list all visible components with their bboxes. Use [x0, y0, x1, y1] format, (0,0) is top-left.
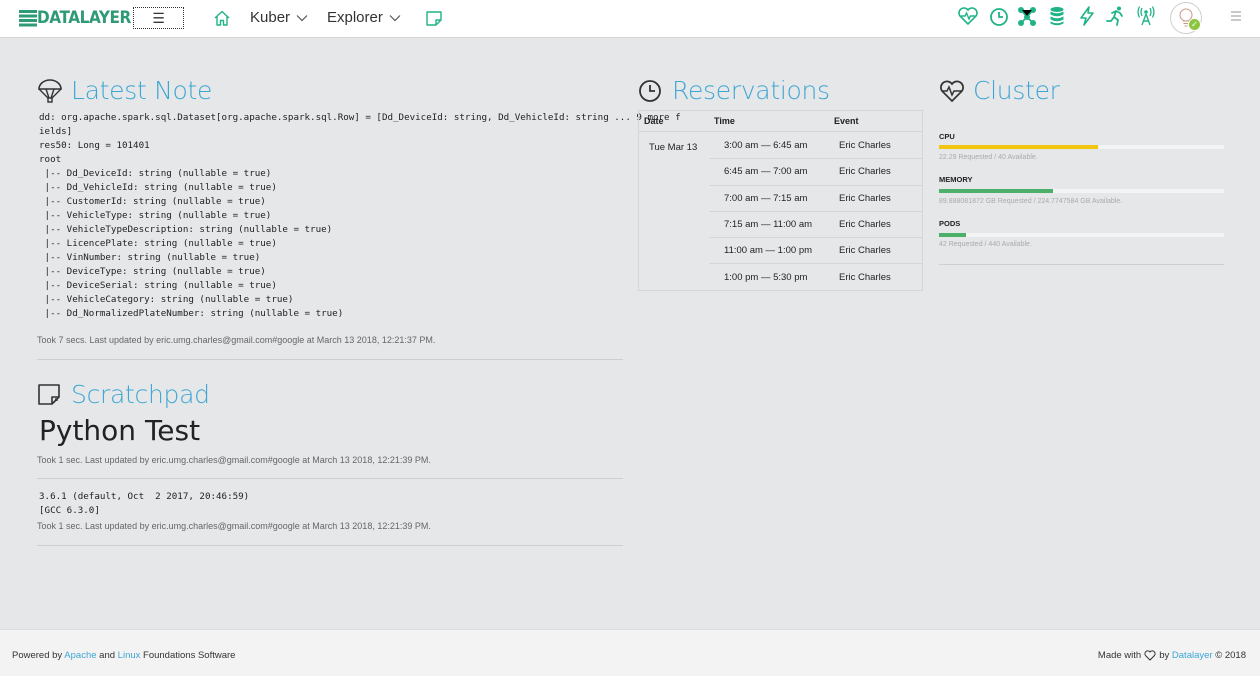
menu-toggle-button[interactable]: ☰: [133, 7, 184, 29]
memory-progress-bar: [939, 189, 1224, 193]
note-icon[interactable]: [425, 9, 443, 27]
clock-icon: [639, 79, 661, 102]
reservation-time: 3:00 am — 6:45 am: [724, 139, 808, 151]
reservation-time: 11:00 am — 1:00 pm: [724, 245, 813, 257]
memory-detail: 89.888081872 GB Requested / 224.7747584 …: [939, 198, 1123, 205]
table-row[interactable]: 6:45 am — 7:00 am Eric Charles: [709, 158, 922, 184]
settings-menu-icon[interactable]: [1229, 8, 1243, 24]
column-header-event: Event: [834, 116, 859, 126]
cpu-detail: 22.29 Requested / 40 Available.: [939, 154, 1038, 161]
logo-text: DATALAYER: [37, 8, 131, 28]
bolt-icon[interactable]: [1076, 5, 1098, 27]
reservation-time: 1:00 pm — 5:30 pm: [724, 271, 808, 283]
footer-and: and: [99, 650, 116, 661]
cpu-label: CPU: [939, 132, 955, 141]
scratchpad-header: Scratchpad: [37, 380, 210, 409]
scratchpad-meta-1: Took 1 sec. Last updated by eric.umg.cha…: [37, 455, 431, 465]
footer-made-with: Made with by Datalayer © 2018: [1098, 650, 1246, 661]
network-icon[interactable]: [1016, 5, 1038, 27]
antenna-icon[interactable]: [1135, 5, 1157, 27]
hamburger-icon: ☰: [152, 9, 165, 26]
apache-link[interactable]: Apache: [64, 650, 96, 661]
reservations-header: Reservations: [638, 76, 830, 105]
database-icon[interactable]: [1046, 5, 1068, 27]
reservation-event: Eric Charles: [839, 139, 891, 151]
reservation-event: Eric Charles: [839, 166, 891, 178]
scratchpad-divider-2: [37, 545, 623, 546]
top-bar: DATALAYER ☰ Kuber Explorer ✓: [0, 0, 1260, 38]
table-row[interactable]: 11:00 am — 1:00 pm Eric Charles: [709, 237, 922, 263]
footer-copyright: © 2018: [1215, 650, 1246, 661]
reservation-rows: 3:00 am — 6:45 am Eric Charles 6:45 am —…: [709, 132, 922, 290]
reservation-event: Eric Charles: [839, 219, 891, 231]
note-divider: [37, 359, 623, 360]
datalayer-logo-icon: [19, 10, 37, 27]
pods-label: PODS: [939, 219, 961, 228]
chevron-down-icon: [389, 14, 401, 21]
home-icon[interactable]: [213, 9, 231, 27]
reservation-date: Tue Mar 13: [649, 142, 698, 153]
nav-menu-explorer[interactable]: Explorer: [327, 9, 401, 26]
latest-note-header: Latest Note: [37, 76, 212, 105]
footer: Powered by Apache and Linux Foundations …: [0, 629, 1260, 676]
scratchpad-title: Scratchpad: [71, 380, 210, 409]
heart-pulse-icon[interactable]: [957, 5, 979, 27]
pods-progress-fill: [939, 233, 967, 237]
heart-icon: [1144, 650, 1156, 661]
nav-menu-kuber[interactable]: Kuber: [250, 9, 308, 26]
scratchpad-meta-2: Took 1 sec. Last updated by eric.umg.cha…: [37, 521, 431, 531]
column-header-date: Date: [644, 116, 664, 126]
clock-icon[interactable]: [988, 5, 1010, 27]
note-meta: Took 7 secs. Last updated by eric.umg.ch…: [37, 335, 436, 345]
runner-icon[interactable]: [1105, 5, 1127, 27]
scratchpad-heading: Python Test: [39, 414, 201, 447]
reservation-event: Eric Charles: [839, 245, 891, 257]
note-output: dd: org.apache.spark.sql.Dataset[org.apa…: [39, 112, 681, 319]
table-row[interactable]: 3:00 am — 6:45 am Eric Charles: [709, 132, 922, 158]
chevron-down-icon: [296, 14, 308, 21]
pods-detail: 42 Requested / 440 Available.: [939, 241, 1032, 248]
memory-progress-fill: [939, 189, 1053, 193]
memory-label: MEMORY: [939, 175, 973, 184]
pods-progress-bar: [939, 233, 1224, 237]
reservations-table: Date Time Event Tue Mar 13 3:00 am — 6:4…: [638, 110, 923, 291]
footer-software: Foundations Software: [143, 650, 236, 661]
datalayer-logo[interactable]: DATALAYER: [19, 8, 141, 28]
cluster-divider: [939, 264, 1224, 265]
latest-note-title: Latest Note: [71, 76, 213, 105]
status-check-icon: ✓: [1188, 18, 1201, 31]
cpu-progress-bar: [939, 145, 1224, 149]
table-row[interactable]: 7:00 am — 7:15 am Eric Charles: [709, 184, 922, 211]
heart-pulse-icon: [940, 80, 964, 102]
reservation-time: 6:45 am — 7:00 am: [724, 166, 808, 178]
reservation-event: Eric Charles: [839, 271, 891, 283]
reservation-time: 7:00 am — 7:15 am: [724, 192, 808, 204]
column-header-time: Time: [714, 116, 735, 126]
nav-menu-kuber-label: Kuber: [250, 9, 291, 26]
footer-powered-by: Powered by: [12, 650, 63, 661]
table-row[interactable]: 7:15 am — 11:00 am Eric Charles: [709, 210, 922, 237]
parachute-icon: [38, 78, 62, 103]
reservation-time: 7:15 am — 11:00 am: [724, 219, 813, 231]
datalayer-link[interactable]: Datalayer: [1172, 650, 1213, 661]
note-icon: [38, 383, 60, 405]
reservations-title: Reservations: [672, 76, 830, 105]
reservations-table-body: Tue Mar 13 3:00 am — 6:45 am Eric Charle…: [639, 132, 922, 290]
scratchpad-divider-1: [37, 478, 623, 479]
scratchpad-output: 3.6.1 (default, Oct 2 2017, 20:46:59) [G…: [39, 491, 250, 516]
cpu-progress-fill: [939, 145, 1098, 149]
table-row[interactable]: 1:00 pm — 5:30 pm Eric Charles: [709, 263, 922, 289]
footer-made-with-text: Made with: [1097, 650, 1142, 661]
linux-link[interactable]: Linux: [118, 650, 141, 661]
nav-menu-explorer-label: Explorer: [327, 9, 383, 26]
reservations-table-header: Date Time Event: [639, 111, 922, 132]
reservation-event: Eric Charles: [839, 192, 891, 204]
cluster-title: Cluster: [973, 76, 1060, 105]
footer-by: by: [1159, 650, 1170, 661]
footer-credits: Powered by Apache and Linux Foundations …: [12, 650, 235, 661]
cluster-header: Cluster: [939, 76, 1060, 105]
